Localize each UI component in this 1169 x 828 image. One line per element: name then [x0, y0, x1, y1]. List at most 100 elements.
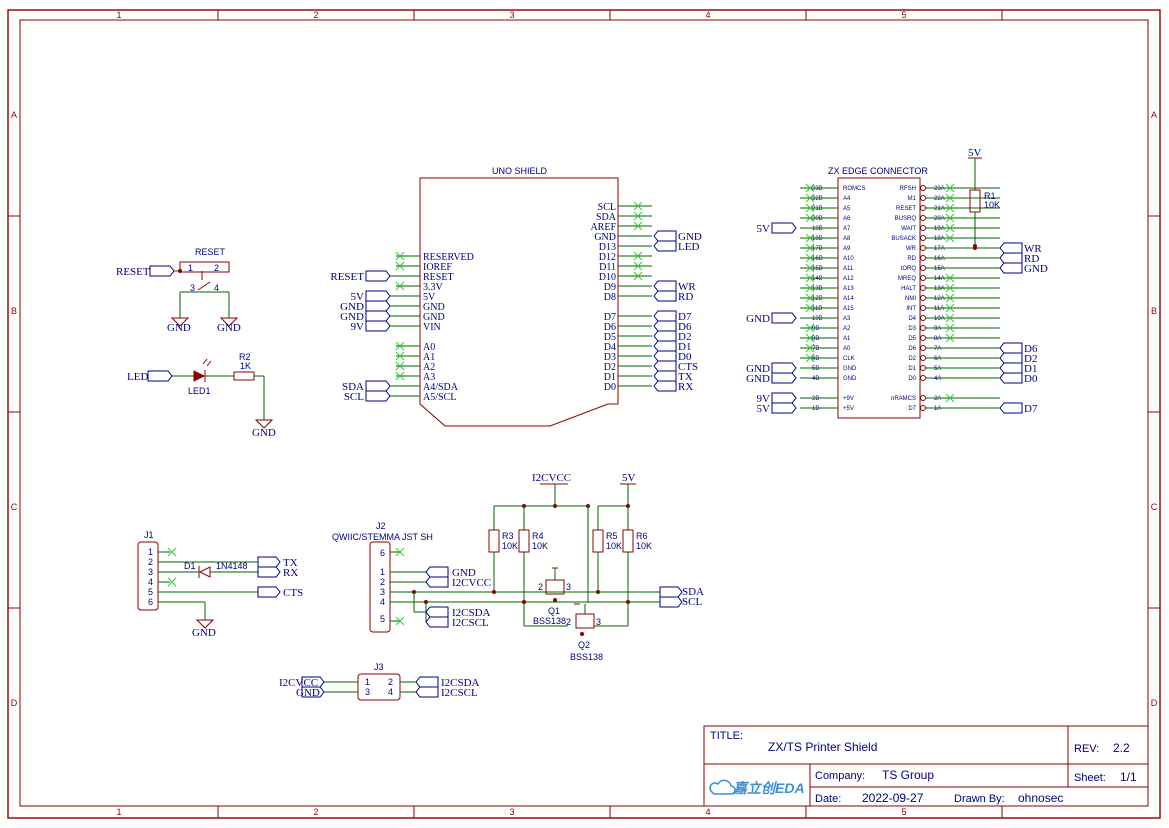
row-label-a-r: A: [1151, 110, 1157, 120]
edge-left-net: GND: [746, 313, 770, 325]
edge-right-pin: D6: [908, 346, 916, 352]
j1-pin: 5: [148, 587, 153, 597]
reset-gnd-1: GND: [167, 322, 191, 334]
switch-pin-2: 2: [214, 263, 219, 273]
edge-right-num: 20A: [934, 216, 945, 222]
uno-right-net: RX: [678, 381, 693, 393]
reset-net-label: RESET: [116, 266, 150, 278]
r1-val: 10K: [984, 200, 1000, 210]
uno-left-net: RESET: [330, 271, 364, 283]
j1-pin: 4: [148, 577, 153, 587]
edge-right-num: 23A: [934, 186, 945, 192]
j2-pin-3: 3: [380, 587, 385, 597]
uno-right-net-flag: [653, 350, 677, 362]
edge-left-net: 5V: [757, 403, 771, 415]
edge-right-pin: M1: [908, 196, 917, 202]
edge-right-pin: D2: [908, 356, 916, 362]
edge-left-pin: A10: [843, 256, 854, 262]
col-label-2: 2: [313, 10, 318, 20]
edge-left-pin: A2: [843, 326, 851, 332]
edge-right-pin: BUSRQ: [895, 216, 917, 222]
uno-right-net-flag: [653, 360, 677, 372]
edge-left-net-flag: [771, 362, 797, 374]
led-circuit[interactable]: LED LED1 R2 1K GND: [127, 352, 276, 439]
q2-ref: Q2: [578, 640, 590, 650]
company-label: Company:: [815, 770, 865, 782]
j3-net-gnd: GND: [296, 687, 320, 699]
drawn-label: Drawn By:: [954, 793, 1005, 805]
level-shifter[interactable]: I2CVCC 5V R3 10K R4 10K R5 10K R6 10K 2 …: [488, 472, 704, 662]
uno-right-pin: D0: [604, 382, 616, 393]
col-label-2b: 2: [313, 807, 318, 817]
title-block: TITLE: ZX/TS Printer Shield REV: 2.2 Com…: [703, 725, 1149, 807]
j2-net-i2cscl: I2CSCL: [452, 617, 489, 629]
j1-connector[interactable]: J1 123456 D1 1N4148 GND TX RX CTS: [137, 530, 303, 639]
switch-pin-1: 1: [188, 263, 193, 273]
edge-right-net-flag: [999, 362, 1023, 374]
edge-right-net-flag: [999, 242, 1023, 254]
edge-left-net-flag: [771, 392, 797, 404]
edge-right-net-flag: [999, 252, 1023, 264]
j2-pin-5: 5: [380, 614, 385, 624]
edge-right-pin: D5: [908, 336, 916, 342]
uno-right-net-flag: [653, 280, 677, 292]
edge-left-pin: A11: [843, 266, 854, 272]
edge-right-net-flag: [999, 342, 1023, 354]
zx-edge-connector[interactable]: ZX EDGE CONNECTOR ROMCS23BA422BA521BA620…: [746, 147, 1048, 419]
r5-ref: R5: [606, 531, 618, 541]
j3-connector[interactable]: J3 1 2 3 4 I2CVCC GND I2CSDA I2CSCL: [279, 662, 480, 701]
edge-right-num: 12A: [934, 296, 945, 302]
col-label-5b: 5: [901, 807, 906, 817]
uno-left-pin: VIN: [423, 322, 441, 333]
edge-left-pin: A12: [843, 276, 854, 282]
q1-pin-3: 3: [566, 582, 571, 592]
edge-right-num: 1A: [934, 406, 941, 412]
col-label-4: 4: [705, 10, 710, 20]
q1-pin-2: 2: [538, 582, 543, 592]
edge-right-pin: IORQ: [901, 266, 917, 272]
col-label-4b: 4: [705, 807, 710, 817]
ls-net-scl: SCL: [682, 596, 702, 608]
r2-val: 1K: [240, 361, 251, 371]
uno-right-net-flag: [653, 370, 677, 382]
r5-val: 10K: [606, 541, 622, 551]
edge-right-num: 10A: [934, 316, 945, 322]
edge-left-net-flag: [771, 402, 797, 414]
col-label-5: 5: [901, 10, 906, 20]
j1-gnd: GND: [192, 627, 216, 639]
edge-right-pin: RD: [907, 256, 916, 262]
edge-right-num: 13A: [934, 286, 945, 292]
edge-right-num: 16A: [934, 256, 945, 262]
edge-right-pin: WAIT: [901, 226, 916, 232]
sheet-value: 1/1: [1120, 770, 1137, 784]
j1-pin: 6: [148, 597, 153, 607]
uno-shield[interactable]: UNO SHIELD RESERVEDIOREFRESET3.3V5VGNDGN…: [330, 166, 702, 427]
q1-ref: Q1: [548, 606, 560, 616]
uno-right-pin: D8: [604, 292, 616, 303]
date-value: 2022-09-27: [862, 791, 924, 805]
edge-left-pin: GND: [843, 366, 857, 372]
uno-left-net-flag: [365, 300, 391, 312]
r1-pwr-label: 5V: [968, 147, 982, 159]
r6-ref: R6: [636, 531, 648, 541]
uno-right-net-flag: [653, 230, 677, 242]
edge-right-pin: nRAMCS: [891, 396, 916, 402]
edge-left-net-flag: [771, 222, 797, 234]
edge-left-num: 10B: [812, 316, 823, 322]
edge-right-net-flag: [999, 262, 1023, 274]
edge-right-net-flag: [999, 372, 1023, 384]
uno-left-pin: A5/SCL: [423, 392, 456, 403]
edge-right-pin: D3: [908, 326, 916, 332]
edge-right-pin: D0: [908, 376, 916, 382]
uno-right-net-flag: [653, 240, 677, 252]
uno-left-net: SCL: [344, 391, 364, 403]
edge-right-num: 6A: [934, 356, 941, 362]
5v-pwr: 5V: [622, 472, 636, 484]
j2-ref: J2: [376, 521, 386, 531]
reset-switch[interactable]: RESET RESET 1 2 3 4 GND GND: [116, 247, 241, 334]
rev-label: REV:: [1074, 743, 1099, 755]
q2-val: BSS138: [570, 652, 603, 662]
edge-left-num: 5B: [812, 366, 819, 372]
q1-val: BSS138: [533, 616, 566, 626]
j2-pin-1: 1: [380, 567, 385, 577]
